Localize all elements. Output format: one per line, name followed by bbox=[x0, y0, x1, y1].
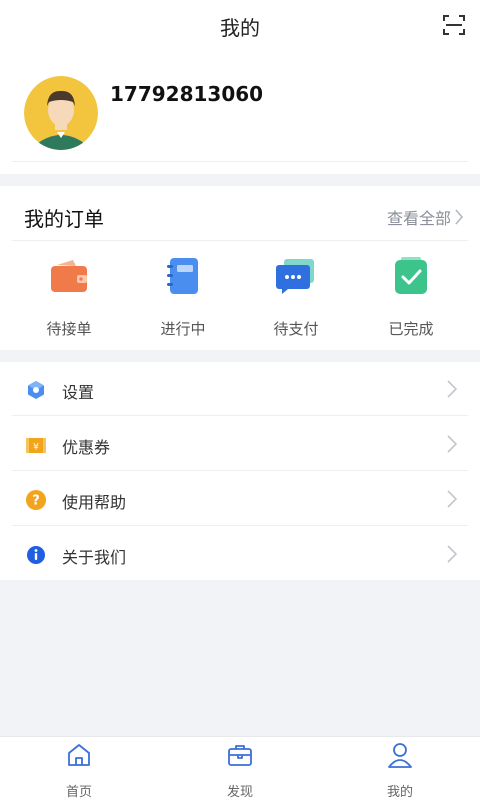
menu-item-label: 使用帮助 bbox=[62, 493, 127, 512]
order-label: 进行中 bbox=[160, 320, 206, 338]
chat-icon bbox=[276, 259, 314, 294]
tab-mine[interactable]: 我的 bbox=[360, 741, 440, 800]
settings-icon bbox=[28, 381, 44, 399]
chevron-right-icon bbox=[447, 380, 458, 398]
info-icon bbox=[27, 546, 45, 564]
tab-home[interactable]: 首页 bbox=[39, 741, 119, 800]
view-all-link[interactable]: 查看全部 bbox=[387, 205, 464, 229]
menu-item-label: 优惠券 bbox=[62, 438, 111, 457]
tab-label: 发现 bbox=[226, 785, 253, 800]
divider bbox=[12, 161, 468, 162]
check-icon bbox=[395, 257, 427, 294]
menu-item-label: 关于我们 bbox=[62, 548, 127, 567]
home-icon bbox=[68, 744, 90, 766]
coupon-icon: ¥ bbox=[26, 438, 46, 453]
order-label: 待支付 bbox=[273, 320, 319, 338]
tab-discover[interactable]: 发现 bbox=[200, 741, 280, 800]
menu-list: 设置 ¥ 优惠券 ? 使用帮助 关于我们 bbox=[0, 362, 480, 580]
notebook-icon bbox=[167, 258, 198, 294]
order-completed[interactable]: 已完成 bbox=[361, 256, 461, 339]
order-pending-payment[interactable]: 待支付 bbox=[246, 256, 346, 339]
menu-item-about[interactable]: 关于我们 bbox=[0, 527, 480, 581]
order-label: 已完成 bbox=[388, 320, 434, 338]
divider bbox=[12, 470, 468, 471]
order-in-progress[interactable]: 进行中 bbox=[133, 256, 233, 339]
view-all-label: 查看全部 bbox=[386, 209, 451, 228]
menu-item-coupons[interactable]: ¥ 优惠券 bbox=[0, 417, 480, 471]
order-pending-accept[interactable]: 待接单 bbox=[19, 256, 119, 339]
briefcase-icon bbox=[228, 745, 252, 766]
avatar[interactable] bbox=[24, 76, 98, 150]
profile-card: 17792813060 bbox=[0, 50, 480, 174]
divider bbox=[12, 525, 468, 526]
chevron-right-icon bbox=[447, 490, 458, 508]
bottom-tab-bar: 首页 发现 我的 bbox=[0, 736, 480, 801]
tab-label: 我的 bbox=[386, 785, 413, 800]
wallet-icon bbox=[51, 260, 87, 292]
chevron-right-icon bbox=[447, 435, 458, 453]
svg-text:¥: ¥ bbox=[33, 443, 39, 453]
chevron-right-icon bbox=[455, 209, 464, 225]
order-label: 待接单 bbox=[46, 320, 92, 338]
chevron-right-icon bbox=[447, 545, 458, 563]
divider bbox=[12, 415, 468, 416]
scan-icon[interactable] bbox=[442, 13, 466, 37]
menu-item-label: 设置 bbox=[62, 383, 95, 402]
menu-item-help[interactable]: ? 使用帮助 bbox=[0, 472, 480, 526]
divider bbox=[12, 240, 468, 241]
orders-title: 我的订单 bbox=[24, 207, 104, 231]
header: 我的 bbox=[0, 0, 480, 50]
person-icon bbox=[388, 743, 412, 768]
page-title: 我的 bbox=[220, 16, 260, 40]
user-phone: 17792813060 bbox=[110, 82, 264, 106]
svg-text:?: ? bbox=[32, 494, 40, 509]
orders-section: 我的订单 查看全部 待接单 进行中 待支付 已完成 bbox=[0, 186, 480, 350]
tab-label: 首页 bbox=[65, 785, 92, 800]
menu-item-settings[interactable]: 设置 bbox=[0, 362, 480, 416]
help-icon: ? bbox=[26, 490, 46, 510]
